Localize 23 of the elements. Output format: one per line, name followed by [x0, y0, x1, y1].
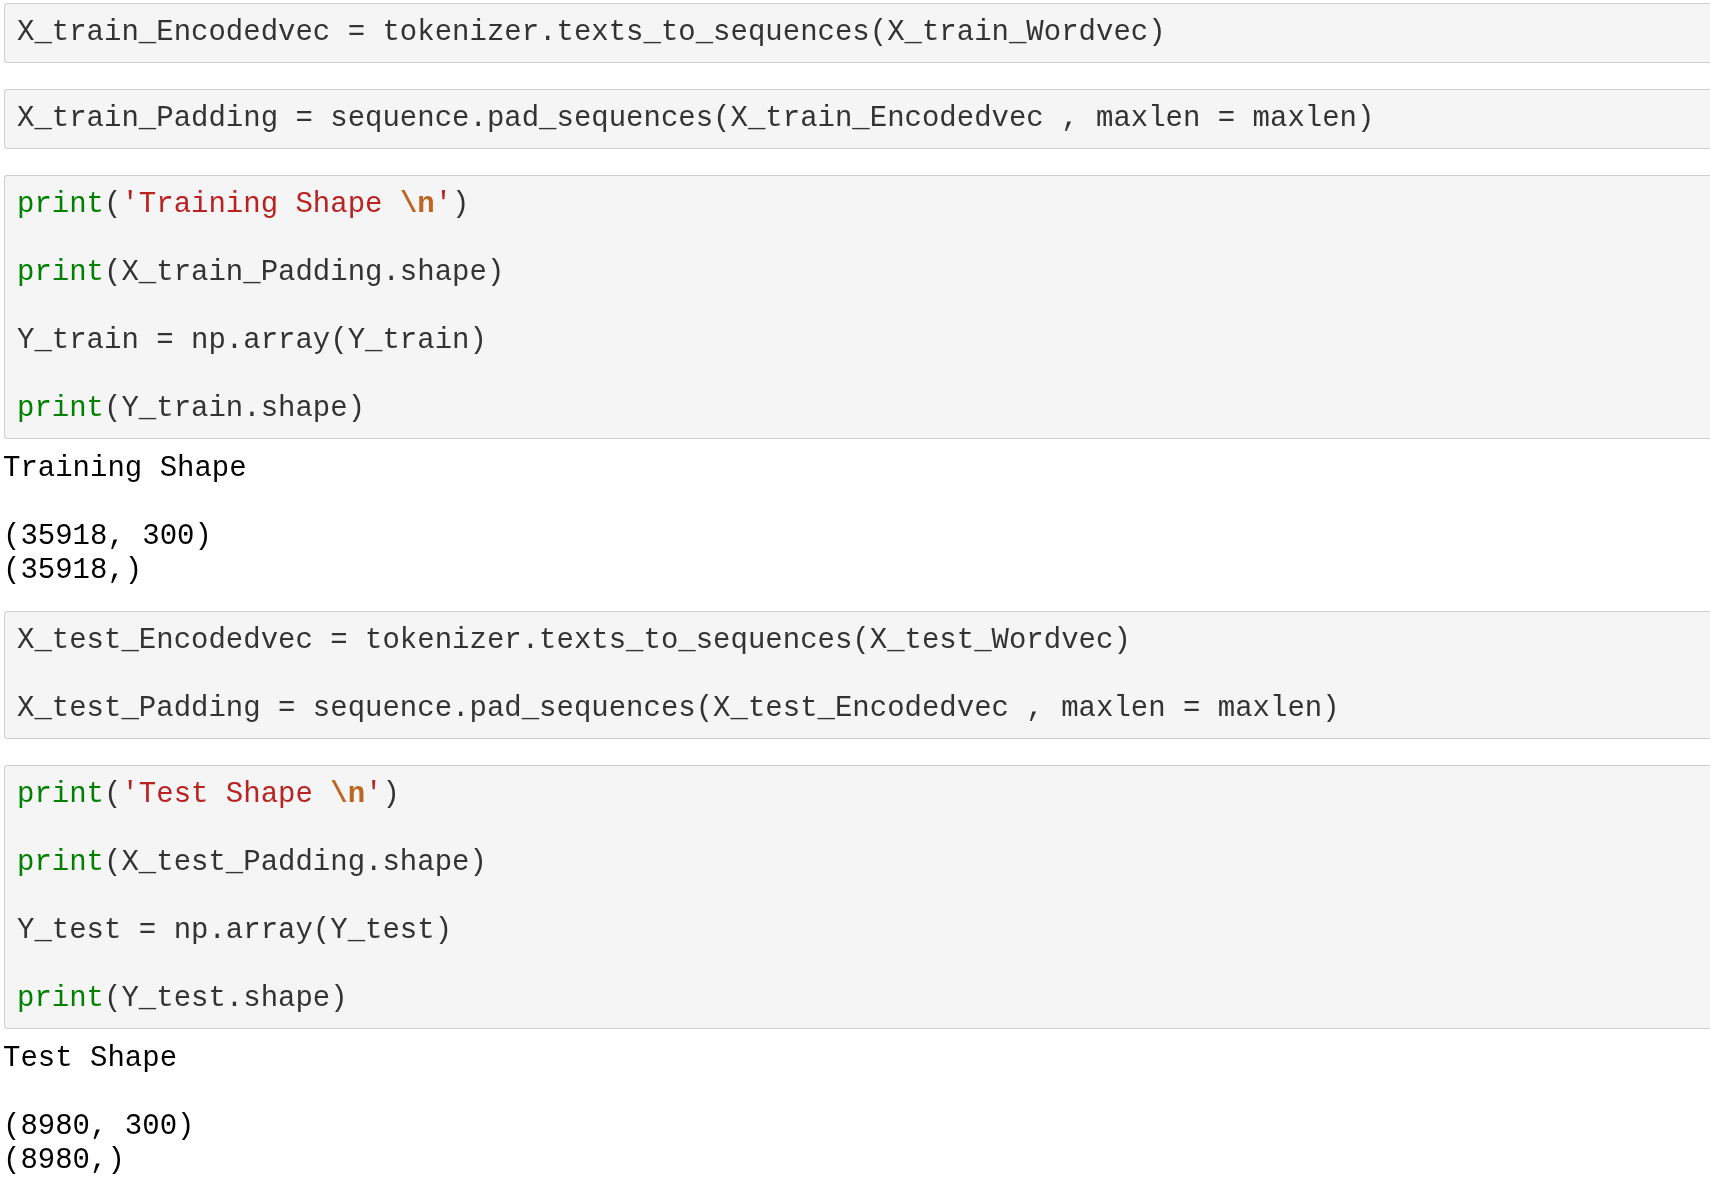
code-line: Y_train = np.array(Y_train) — [17, 324, 488, 358]
code-line: print(Y_test.shape) — [17, 982, 349, 1016]
code-line: print(X_train_Padding.shape) — [17, 256, 506, 290]
code-line: Y_test = np.array(Y_test) — [17, 914, 454, 948]
code-line: print('Test Shape \n') — [17, 778, 401, 812]
code-line: print(X_test_Padding.shape) — [17, 846, 488, 880]
code-cell[interactable]: print('Training Shape \n') print(X_train_Padding.shape) Y_train = np.array(Y_train) print(Y_train.shape) — [4, 175, 1710, 439]
output-line: (8980,) — [3, 1144, 126, 1178]
code-line: X_test_Padding = sequence.pad_sequences(X_test_Encodedvec , maxlen = maxlen) — [17, 692, 1341, 726]
output-line: (35918, 300) — [3, 520, 213, 554]
code-cell[interactable]: X_train_Encodedvec = tokenizer.texts_to_sequences(X_train_Wordvec) — [4, 3, 1710, 63]
output-line: Training Shape — [3, 452, 248, 486]
code-cell[interactable]: X_test_Encodedvec = tokenizer.texts_to_sequences(X_test_Wordvec) X_test_Padding = sequence.pad_sequences(X_test_Encodedvec , maxlen = maxlen) — [4, 611, 1710, 739]
code-cell[interactable]: print('Test Shape \n') print(X_test_Padding.shape) Y_test = np.array(Y_test) print(Y_test.shape) — [4, 765, 1710, 1029]
output-line: (8980, 300) — [3, 1110, 196, 1144]
code-line: X_train_Padding = sequence.pad_sequences(X_train_Encodedvec , maxlen = maxlen) — [17, 102, 1376, 136]
code-line: print('Training Shape \n') — [17, 188, 471, 222]
code-cell[interactable]: X_train_Padding = sequence.pad_sequences(X_train_Encodedvec , maxlen = maxlen) — [4, 89, 1710, 149]
code-line: X_test_Encodedvec = tokenizer.texts_to_sequences(X_test_Wordvec) — [17, 624, 1132, 658]
code-line: print(Y_train.shape) — [17, 392, 367, 426]
output-line: Test Shape — [3, 1042, 179, 1076]
code-line: X_train_Encodedvec = tokenizer.texts_to_sequences(X_train_Wordvec) — [17, 16, 1167, 50]
output-line: (35918,) — [3, 554, 144, 588]
